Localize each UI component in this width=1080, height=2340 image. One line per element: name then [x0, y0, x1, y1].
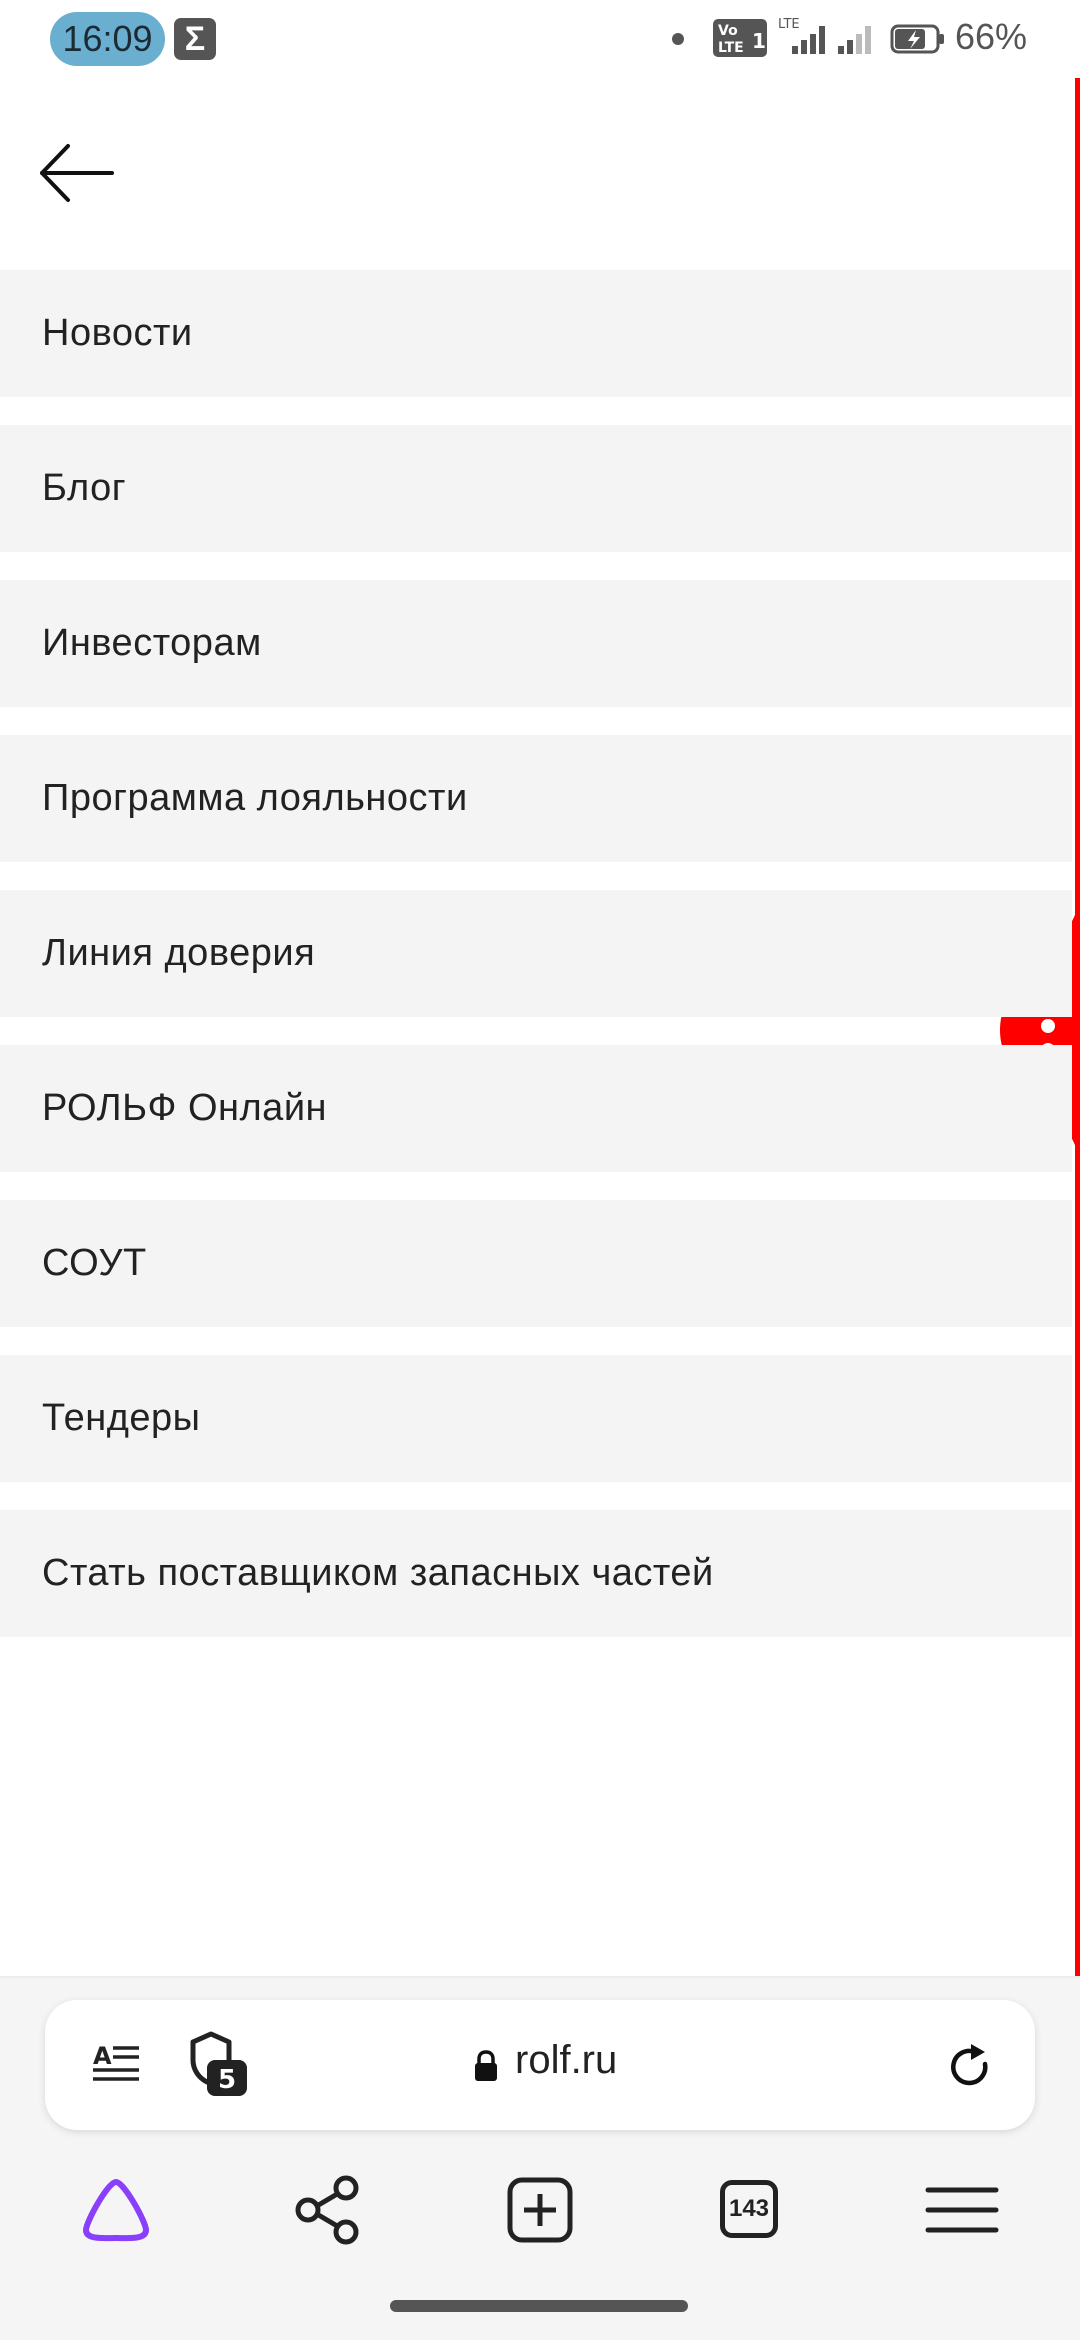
back-arrow-icon[interactable] [38, 140, 118, 206]
reader-mode-icon[interactable]: A [93, 2042, 143, 2088]
alice-assistant-icon[interactable] [76, 2170, 156, 2250]
protect-shield-button[interactable]: 5 [185, 2030, 255, 2100]
status-bar: 16:09 Σ Vo LTE 1 LTE 66% [0, 0, 1080, 78]
site-menu: Новости Блог Инвесторам Программа лояльн… [0, 270, 1072, 1665]
reload-icon[interactable] [945, 2042, 995, 2092]
new-tab-icon[interactable] [500, 2170, 580, 2250]
battery-percent: 66% [955, 16, 1028, 57]
menu-item-tenders[interactable]: Тендеры [0, 1355, 1072, 1482]
svg-text:1: 1 [752, 29, 766, 53]
svg-text:LTE: LTE [718, 40, 744, 56]
menu-item-rolf-online[interactable]: РОЛЬФ Онлайн [0, 1045, 1072, 1172]
home-indicator[interactable] [390, 2300, 688, 2312]
address-bar[interactable]: A 5 rolf.ru [45, 2000, 1035, 2130]
lte-signal-icon: LTE [778, 17, 825, 54]
share-icon[interactable] [288, 2170, 368, 2250]
sigma-notification-icon: Σ [174, 18, 216, 60]
svg-text:Vo: Vo [718, 23, 738, 39]
notification-dot-icon [672, 33, 684, 45]
tabs-button[interactable]: 143 [710, 2170, 790, 2250]
status-time: 16:09 [50, 12, 165, 66]
menu-item-loyalty-program[interactable]: Программа лояльности [0, 735, 1072, 862]
battery-charging-icon [890, 24, 944, 54]
url-text[interactable]: rolf.ru [515, 2038, 617, 2083]
svg-text:LTE: LTE [778, 17, 800, 32]
menu-item-news[interactable]: Новости [0, 270, 1072, 397]
tabs-count: 143 [720, 2180, 778, 2238]
lock-icon [475, 2050, 497, 2081]
menu-item-trust-line[interactable]: Линия доверия [0, 890, 1072, 1017]
shield-icon: 5 [190, 2031, 247, 2096]
menu-item-sout[interactable]: СОУТ [0, 1200, 1072, 1327]
svg-text:A: A [93, 2042, 112, 2070]
menu-item-blog[interactable]: Блог [0, 425, 1072, 552]
menu-item-become-supplier[interactable]: Стать поставщиком запасных частей [0, 1510, 1072, 1637]
volte-icon: Vo LTE 1 [713, 19, 767, 57]
signal-strength-icon [838, 26, 871, 54]
hamburger-menu-icon[interactable] [922, 2170, 1002, 2250]
browser-nav-bar: 143 [0, 2170, 1080, 2250]
menu-item-investors[interactable]: Инвесторам [0, 580, 1072, 707]
trackers-count: 5 [218, 2065, 236, 2095]
